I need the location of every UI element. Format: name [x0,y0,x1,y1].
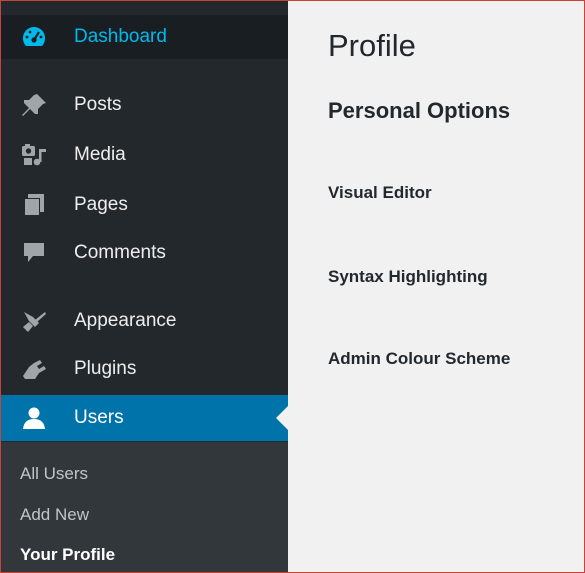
sidebar-item-plugins[interactable]: Plugins [1,347,288,391]
sidebar-item-label: Comments [74,242,166,263]
sidebar-item-label: Appearance [74,310,177,331]
section-title-personal-options: Personal Options [328,98,511,123]
sidebar-item-pages[interactable]: Pages [1,183,288,227]
screenshot-frame: Dashboard Posts Media Pages Comments App… [0,0,585,573]
sidebar-item-comments[interactable]: Comments [1,231,288,275]
submenu-item-add-new[interactable]: Add New [20,505,89,525]
user-icon [20,405,48,431]
pages-stack-icon [20,192,48,218]
submenu-item-all-users[interactable]: All Users [20,464,88,484]
sidebar-item-users[interactable]: Users [1,395,288,441]
syntax-highlighting-label: Syntax Highlighting [328,267,488,286]
visual-editor-label: Visual Editor [328,183,432,202]
sidebar-item-media[interactable]: Media [1,133,288,177]
sidebar-item-dashboard[interactable]: Dashboard [1,15,288,59]
dashboard-gauge-icon [20,24,48,50]
pushpin-icon [20,92,48,118]
sidebar-item-posts[interactable]: Posts [1,83,288,127]
plug-icon [20,356,48,382]
users-submenu: All Users Add New Your Profile [1,442,288,572]
speech-bubble-icon [20,240,48,266]
profile-content: Profile Personal Options Visual Editor S… [288,1,584,572]
sidebar-item-label: Posts [74,94,122,115]
media-camera-music-icon [20,142,48,168]
paintbrush-icon [20,308,48,334]
sidebar-item-label: Plugins [74,358,137,379]
page-title: Profile [328,28,416,63]
sidebar-item-label: Users [74,407,124,428]
submenu-item-your-profile[interactable]: Your Profile [20,545,115,565]
admin-sidebar: Dashboard Posts Media Pages Comments App… [1,1,288,572]
sidebar-item-label: Pages [74,194,128,215]
sidebar-item-label: Dashboard [74,26,167,47]
sidebar-item-label: Media [74,144,126,165]
admin-colour-scheme-label: Admin Colour Scheme [328,349,511,368]
sidebar-item-appearance[interactable]: Appearance [1,299,288,343]
